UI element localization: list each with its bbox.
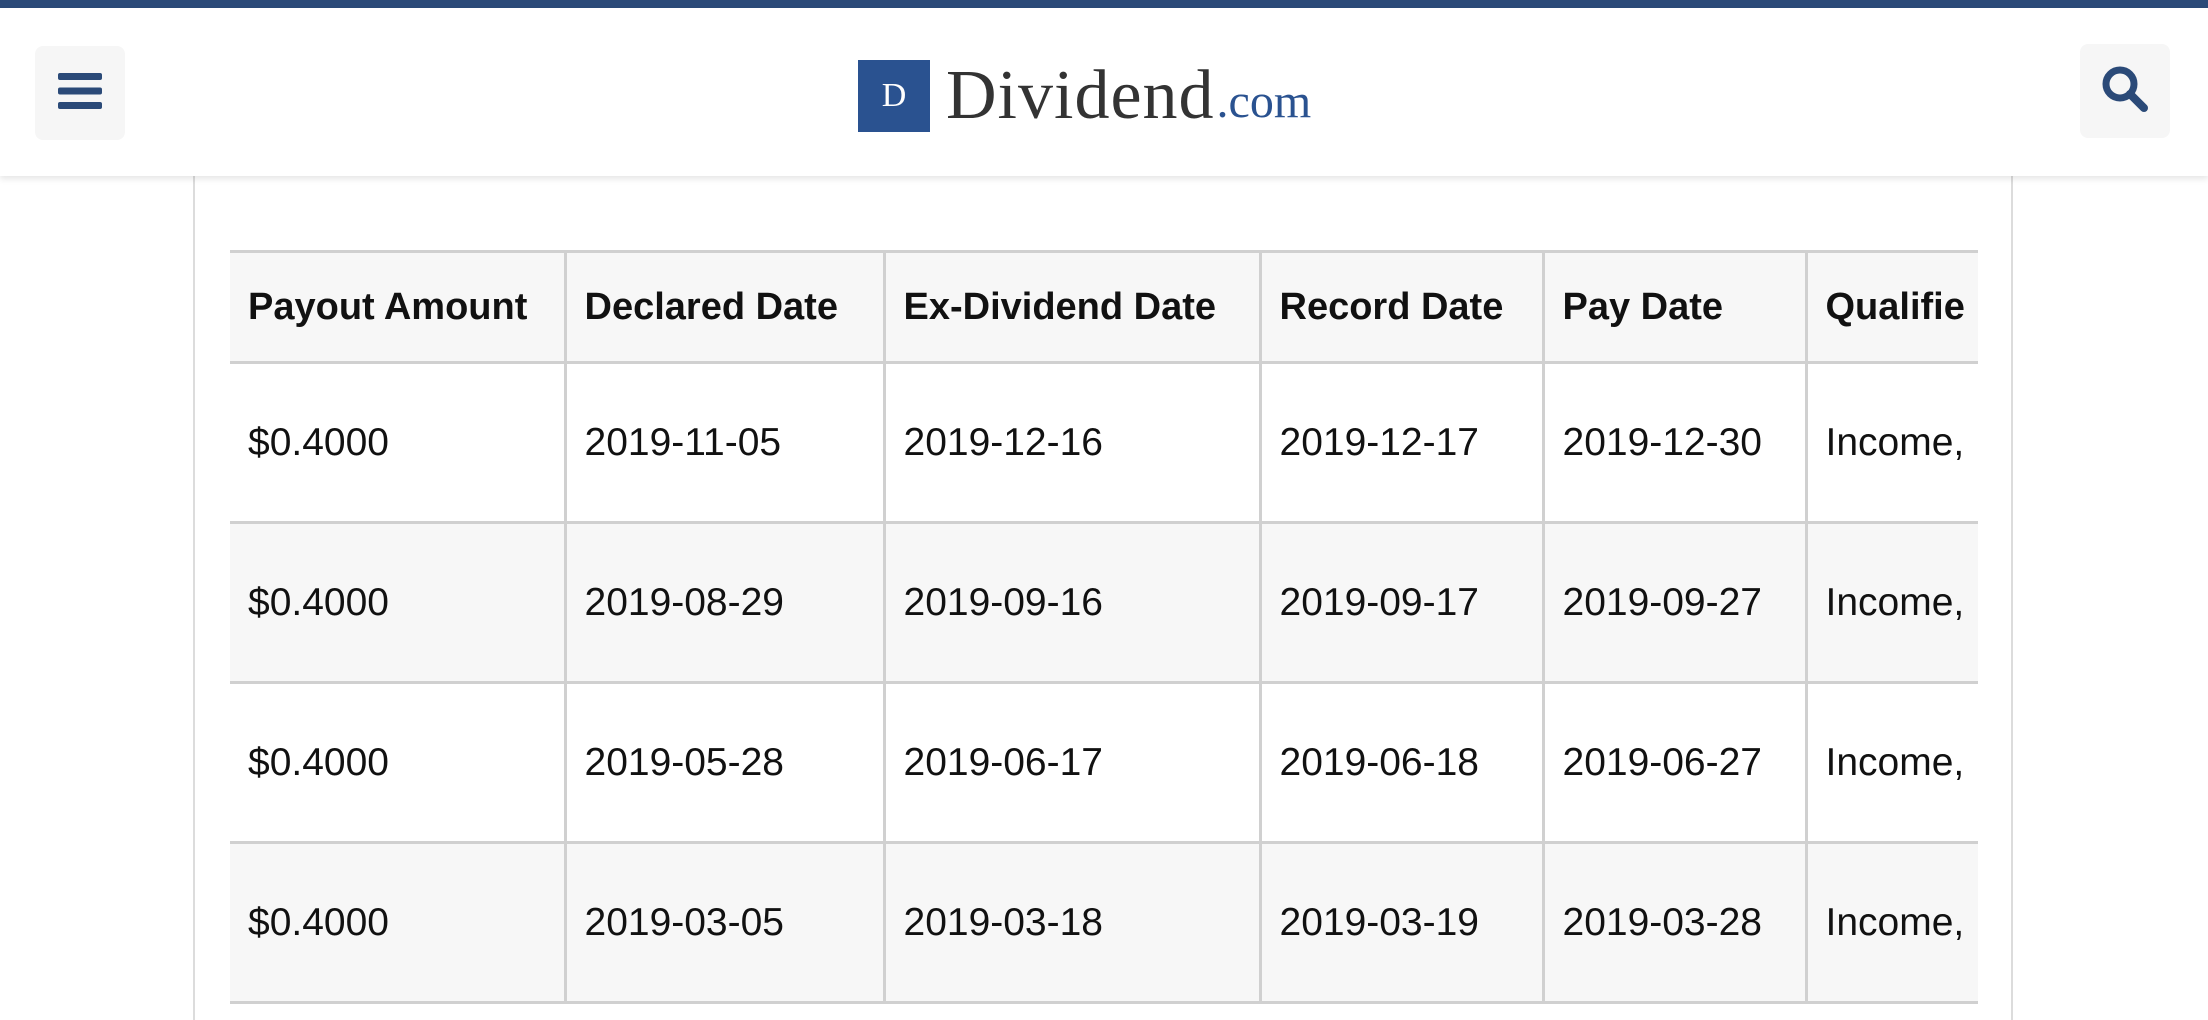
cell-record-date: 2019-09-17: [1258, 521, 1545, 684]
table-row: $0.4000 2019-11-05 2019-12-16 2019-12-17…: [230, 361, 1978, 524]
hamburger-menu-icon: [58, 72, 102, 114]
search-icon: [2101, 65, 2149, 118]
cell-pay-date: 2019-12-30: [1541, 361, 1808, 524]
cell-payout-amount: $0.4000: [230, 361, 567, 524]
dividend-history-table-container[interactable]: Payout Amount Declared Date Ex-Dividend …: [230, 250, 1978, 1020]
table-row: $0.4000 2019-03-05 2019-03-18 2019-03-19…: [230, 841, 1978, 1004]
cell-pay-date: 2019-06-27: [1541, 681, 1808, 844]
column-header-ex-dividend-date[interactable]: Ex-Dividend Date: [882, 250, 1262, 364]
cell-ex-dividend-date: 2019-09-16: [882, 521, 1262, 684]
cell-declared-date: 2019-03-05: [563, 841, 886, 1004]
column-header-payout-amount[interactable]: Payout Amount: [230, 250, 567, 364]
logo-wordmark: Dividend: [946, 57, 1215, 134]
cell-declared-date: 2019-11-05: [563, 361, 886, 524]
cell-declared-date: 2019-05-28: [563, 681, 886, 844]
cell-qualified: Income,: [1804, 841, 1978, 1004]
column-header-pay-date[interactable]: Pay Date: [1541, 250, 1808, 364]
cell-ex-dividend-date: 2019-12-16: [882, 361, 1262, 524]
cell-payout-amount: $0.4000: [230, 841, 567, 1004]
cell-ex-dividend-date: 2019-03-18: [882, 841, 1262, 1004]
column-header-declared-date[interactable]: Declared Date: [563, 250, 886, 364]
cell-pay-date: 2019-03-28: [1541, 841, 1808, 1004]
cell-payout-amount: $0.4000: [230, 681, 567, 844]
cell-qualified: Income,: [1804, 521, 1978, 684]
dividend-history-table: Payout Amount Declared Date Ex-Dividend …: [230, 250, 1978, 1004]
table-header-row: Payout Amount Declared Date Ex-Dividend …: [230, 250, 1978, 364]
logo-mark: D: [858, 60, 930, 132]
cell-record-date: 2019-12-17: [1258, 361, 1545, 524]
cell-record-date: 2019-03-19: [1258, 841, 1545, 1004]
cell-qualified: Income,: [1804, 361, 1978, 524]
menu-button[interactable]: [35, 46, 125, 140]
site-logo[interactable]: D Dividend .com: [858, 56, 1311, 136]
table-row: $0.4000 2019-08-29 2019-09-16 2019-09-17…: [230, 521, 1978, 684]
cell-ex-dividend-date: 2019-06-17: [882, 681, 1262, 844]
cell-record-date: 2019-06-18: [1258, 681, 1545, 844]
site-header: D Dividend .com: [0, 8, 2208, 176]
column-header-qualified[interactable]: Qualifie: [1804, 250, 1978, 364]
logo-tld: .com: [1216, 75, 1312, 128]
cell-pay-date: 2019-09-27: [1541, 521, 1808, 684]
cell-payout-amount: $0.4000: [230, 521, 567, 684]
table-row: $0.4000 2019-05-28 2019-06-17 2019-06-18…: [230, 681, 1978, 844]
cell-declared-date: 2019-08-29: [563, 521, 886, 684]
top-accent-bar: [0, 0, 2208, 8]
column-header-record-date[interactable]: Record Date: [1258, 250, 1545, 364]
search-button[interactable]: [2080, 44, 2170, 138]
cell-qualified: Income,: [1804, 681, 1978, 844]
